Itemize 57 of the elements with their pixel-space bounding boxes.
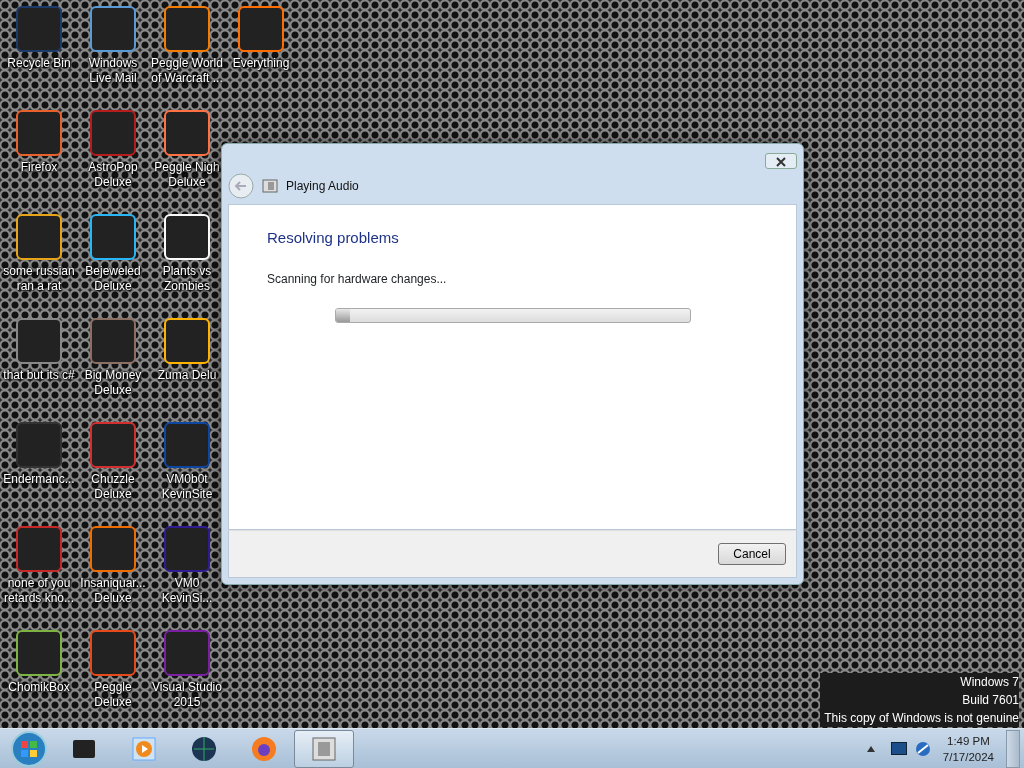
app-icon — [90, 422, 136, 468]
app-icon — [16, 630, 62, 676]
desktop-shortcut[interactable]: Firefox — [2, 110, 76, 214]
notice-text: Build 7601 — [962, 692, 1019, 709]
app-icon — [90, 318, 136, 364]
monitor-icon[interactable] — [890, 742, 907, 755]
app-icon — [16, 526, 62, 572]
desktop-shortcut[interactable]: AstroPop Deluxe — [76, 110, 150, 214]
notice-text: This copy of Windows is not genuine — [824, 710, 1019, 727]
app-icon — [164, 526, 210, 572]
desktop-shortcut[interactable]: VM0 KevinSi... — [150, 526, 224, 630]
app-icon — [90, 6, 136, 52]
desktop-shortcut[interactable]: none of you retards kno... — [2, 526, 76, 630]
desktop-shortcut[interactable]: Windows Live Mail — [76, 6, 150, 110]
app-icon — [16, 422, 62, 468]
desktop-shortcut[interactable]: Everything — [224, 6, 298, 110]
app-icon — [16, 214, 62, 260]
desktop-shortcut[interactable]: Bejeweled Deluxe — [76, 214, 150, 318]
desktop-shortcut[interactable]: Peggle World of Warcraft ... — [150, 6, 224, 110]
app-icon — [90, 526, 136, 572]
app-icon — [164, 318, 210, 364]
desktop-shortcut[interactable]: Recycle Bin — [2, 6, 76, 110]
app-icon — [90, 214, 136, 260]
close-icon — [775, 157, 787, 168]
desktop-shortcut[interactable]: that but its c# — [2, 318, 76, 422]
app-icon — [164, 110, 210, 156]
speaker-icon — [262, 178, 278, 194]
clock-time: 1:49 PM — [946, 733, 991, 749]
clock[interactable]: 1:49 PM 7/17/2024 — [942, 732, 994, 765]
notice-text: Windows 7 — [960, 674, 1019, 691]
app-icon — [164, 422, 210, 468]
close-button[interactable] — [765, 153, 797, 169]
clock-date: 7/17/2024 — [942, 749, 994, 765]
desktop-shortcut[interactable]: some russian ran a rat — [2, 214, 76, 318]
app-icon — [16, 6, 62, 52]
desktop-shortcut[interactable]: Peggle Deluxe — [76, 630, 150, 734]
desktop-shortcut[interactable]: Peggle Nigh Deluxe — [150, 110, 224, 214]
app-icon — [164, 630, 210, 676]
cancel-button[interactable]: Cancel — [718, 543, 786, 565]
app-icon — [164, 6, 210, 52]
app-icon — [90, 630, 136, 676]
desktop-shortcut[interactable]: Big Money Deluxe — [76, 318, 150, 422]
desktop-shortcut[interactable]: Zuma Delu — [150, 318, 224, 422]
heading: Resolving problems — [267, 228, 400, 248]
app-icon — [16, 318, 62, 364]
show-hidden-icons-icon[interactable] — [866, 745, 875, 752]
desktop-shortcut[interactable]: Visual Studio 2015 — [150, 630, 224, 734]
network-icon[interactable] — [914, 740, 931, 757]
app-icon — [16, 110, 62, 156]
desktop-shortcut[interactable]: ChomikBox — [2, 630, 76, 734]
desktop-shortcut[interactable]: Insaniquar... Deluxe — [76, 526, 150, 630]
desktop-shortcut[interactable]: Plants vs Zombies — [150, 214, 224, 318]
app-icon — [238, 6, 284, 52]
status-text: Scanning for hardware changes... — [267, 270, 448, 288]
app-icon — [164, 214, 210, 260]
window-title: Playing Audio — [286, 178, 359, 195]
app-icon — [90, 110, 136, 156]
